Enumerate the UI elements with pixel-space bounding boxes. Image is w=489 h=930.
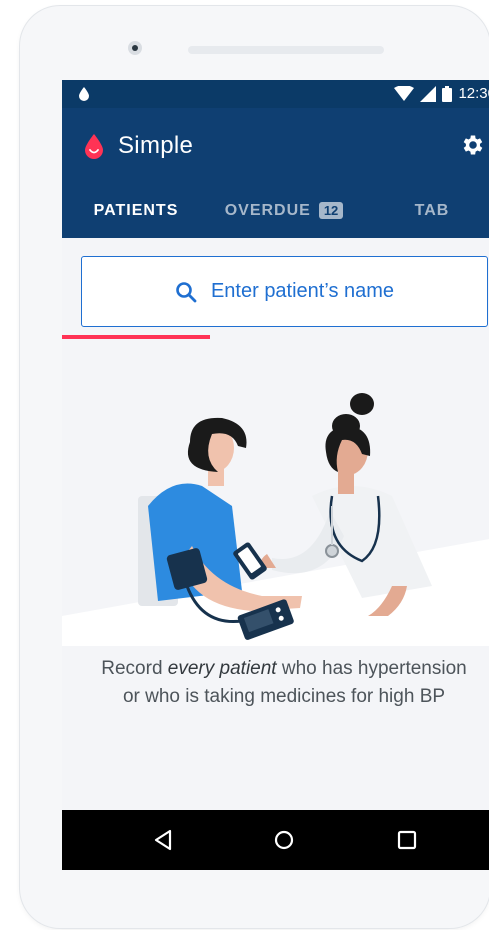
gear-icon[interactable] <box>460 132 486 158</box>
system-nav-bar <box>62 810 489 870</box>
search-icon <box>176 281 197 302</box>
status-time: 12:30 <box>458 85 489 102</box>
search-placeholder: Enter patient’s name <box>210 280 395 302</box>
active-tab-indicator <box>62 335 210 339</box>
signal-icon <box>420 85 437 102</box>
overdue-count-badge: 12 <box>318 202 344 219</box>
tab-label: PATIENTS <box>93 201 179 219</box>
battery-icon <box>442 85 453 102</box>
message-text-start: Record <box>101 658 168 679</box>
message-emphasis: every patient <box>167 658 277 679</box>
app-bar: Simple <box>62 108 489 183</box>
blood-drop-icon <box>85 134 103 159</box>
front-camera <box>128 41 142 55</box>
tab-label: OVERDUE <box>224 201 311 219</box>
status-bar: 12:30 <box>62 80 489 108</box>
back-icon[interactable] <box>151 828 175 852</box>
phone-frame: 12:30 Simple PATIENTS OVERDUE 12 <box>20 6 489 928</box>
tab-overdue[interactable]: OVERDUE 12 <box>210 183 358 238</box>
patient-search-button[interactable]: Enter patient’s name <box>81 256 488 327</box>
empty-state-message: Record every patient who has hypertensio… <box>92 655 476 711</box>
tab-label: TAB <box>414 201 450 219</box>
earpiece-speaker <box>188 46 384 54</box>
home-icon[interactable] <box>272 828 296 852</box>
tab-patients[interactable]: PATIENTS <box>62 183 210 238</box>
app-screen: 12:30 Simple PATIENTS OVERDUE 12 <box>62 80 489 870</box>
blood-drop-icon <box>79 87 89 101</box>
wifi-icon <box>394 85 415 101</box>
recents-icon[interactable] <box>395 828 419 852</box>
doctor-measuring-blood-pressure-illustration <box>62 393 489 646</box>
app-title: Simple <box>118 132 194 159</box>
tab-bar: PATIENTS OVERDUE 12 TAB <box>62 183 489 339</box>
tab-tab[interactable]: TAB <box>358 183 489 238</box>
